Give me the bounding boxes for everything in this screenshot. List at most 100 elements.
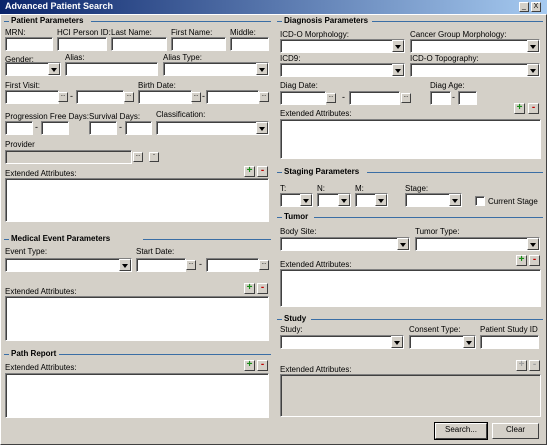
last-name-input[interactable] <box>111 37 167 51</box>
patient-extended-attributes-area[interactable] <box>5 178 269 222</box>
date-range-dash: - <box>70 91 73 101</box>
icdo-topography-select[interactable] <box>410 63 540 77</box>
search-button[interactable]: Search... <box>434 422 488 440</box>
tumor-remove-attribute-button[interactable]: - <box>529 255 540 266</box>
icd9-label: ICD9: <box>280 54 301 63</box>
tumor-type-select[interactable] <box>415 237 540 251</box>
range-dash: - <box>35 122 38 132</box>
alias-label: Alias: <box>65 53 85 62</box>
hci-person-id-input[interactable] <box>57 37 107 51</box>
event-type-select[interactable] <box>5 258 132 272</box>
start-date-from-picker-button[interactable]: ... <box>186 260 196 270</box>
tumor-add-attribute-button[interactable]: + <box>516 255 527 266</box>
study-label: Study: <box>280 325 303 334</box>
survival-days-from-input[interactable] <box>89 121 117 135</box>
alias-type-select[interactable] <box>163 62 269 76</box>
chevron-down-icon <box>397 238 409 250</box>
mrn-input[interactable] <box>5 37 53 51</box>
tumor-extended-attributes-label: Extended Attributes: <box>280 260 352 269</box>
tumor-extended-attributes-area[interactable] <box>280 269 541 307</box>
diag-date-from-input[interactable] <box>280 91 326 105</box>
birth-date-from-input[interactable] <box>138 90 192 104</box>
medical-event-add-attribute-button[interactable]: + <box>244 283 255 294</box>
section-rule <box>4 354 9 355</box>
birth-date-label: Birth Date: <box>138 81 176 90</box>
t-select[interactable] <box>280 193 313 207</box>
cancer-group-morphology-label: Cancer Group Morphology: <box>410 30 507 39</box>
start-date-from-input[interactable] <box>136 258 186 272</box>
tumor-type-label: Tumor Type: <box>415 227 460 236</box>
study-select[interactable] <box>280 335 404 349</box>
diagnosis-remove-attribute-button[interactable]: - <box>528 103 539 114</box>
range-dash: - <box>119 122 122 132</box>
provider-picker-button[interactable]: ... <box>133 152 143 162</box>
stage-label: Stage: <box>405 184 429 193</box>
consent-type-select[interactable] <box>409 335 476 349</box>
title-bar: Advanced Patient Search _ X <box>0 0 547 14</box>
chevron-down-icon <box>449 194 461 206</box>
patient-add-attribute-button[interactable]: + <box>244 166 255 177</box>
current-stage-checkbox[interactable] <box>475 196 485 206</box>
first-visit-from-input[interactable] <box>5 90 59 104</box>
staging-parameters-title: Staging Parameters <box>284 167 360 176</box>
provider-clear-button[interactable]: - <box>149 152 159 162</box>
gender-select[interactable] <box>5 62 61 76</box>
section-rule <box>143 239 271 240</box>
icdo-morphology-select[interactable] <box>280 39 405 53</box>
diag-age-from-input[interactable] <box>430 91 451 105</box>
event-type-label: Event Type: <box>5 247 48 256</box>
section-rule <box>277 217 282 218</box>
first-visit-to-picker-button[interactable]: ... <box>124 92 134 102</box>
body-site-select[interactable] <box>280 237 410 251</box>
medical-event-extended-attributes-area[interactable] <box>5 296 269 341</box>
birth-date-to-input[interactable] <box>206 90 259 104</box>
patient-study-id-input[interactable] <box>480 335 539 349</box>
section-rule <box>4 21 9 22</box>
path-report-remove-attribute-button[interactable]: - <box>257 360 268 371</box>
alias-type-label: Alias Type: <box>163 53 202 62</box>
section-rule <box>277 319 282 320</box>
survival-days-to-input[interactable] <box>125 121 152 135</box>
close-button[interactable]: X <box>531 2 541 12</box>
first-name-input[interactable] <box>171 37 226 51</box>
n-label: N: <box>317 184 325 193</box>
medical-event-remove-attribute-button[interactable]: - <box>257 283 268 294</box>
stage-select[interactable] <box>405 193 462 207</box>
minimize-button[interactable]: _ <box>519 2 529 12</box>
patient-remove-attribute-button[interactable]: - <box>257 166 268 177</box>
icdo-morphology-label: ICD-O Morphology: <box>280 30 349 39</box>
medical-event-extended-attributes-label: Extended Attributes: <box>5 287 77 296</box>
path-report-extended-attributes-area[interactable] <box>5 373 269 418</box>
first-visit-from-picker-button[interactable]: ... <box>58 92 68 102</box>
section-rule <box>314 217 543 218</box>
mrn-label: MRN: <box>5 28 26 37</box>
diag-date-from-picker-button[interactable]: ... <box>326 93 336 103</box>
chevron-down-icon <box>527 40 539 52</box>
diag-date-to-picker-button[interactable]: ... <box>401 93 411 103</box>
progression-free-days-from-input[interactable] <box>5 121 33 135</box>
birth-date-to-picker-button[interactable]: ... <box>259 92 269 102</box>
path-report-add-attribute-button[interactable]: + <box>244 360 255 371</box>
birth-date-from-picker-button[interactable]: ... <box>191 92 201 102</box>
start-date-to-input[interactable] <box>206 258 259 272</box>
alias-input[interactable] <box>65 62 158 76</box>
middle-input[interactable] <box>230 37 269 51</box>
diagnosis-extended-attributes-area[interactable] <box>280 119 541 159</box>
progression-free-days-to-input[interactable] <box>41 121 69 135</box>
consent-type-label: Consent Type: <box>409 325 461 334</box>
diag-age-to-input[interactable] <box>458 91 477 105</box>
m-select[interactable] <box>355 193 388 207</box>
clear-button[interactable]: Clear <box>492 423 539 439</box>
icd9-select[interactable] <box>280 63 405 77</box>
start-date-to-picker-button[interactable]: ... <box>259 260 269 270</box>
study-extended-attributes-area <box>280 374 541 417</box>
first-visit-label: First Visit: <box>5 81 40 90</box>
diag-date-to-input[interactable] <box>349 91 400 105</box>
n-select[interactable] <box>317 193 351 207</box>
diagnosis-add-attribute-button[interactable]: + <box>514 103 525 114</box>
middle-label: Middle: <box>230 28 256 37</box>
first-visit-to-input[interactable] <box>76 90 124 104</box>
cancer-group-morphology-select[interactable] <box>410 39 540 53</box>
study-add-attribute-button: + <box>516 360 527 371</box>
classification-select[interactable] <box>156 121 269 135</box>
